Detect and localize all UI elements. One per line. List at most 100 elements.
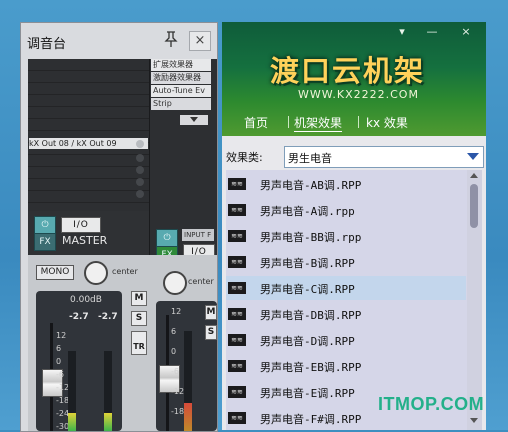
watermark: ITMOP.COM — [378, 394, 485, 414]
power-button[interactable]: ⏻ — [34, 216, 56, 234]
nav-divider — [358, 116, 359, 128]
solo-button[interactable]: S — [131, 311, 147, 326]
mixer-panel: kX Out 08 / kX Out 09 ⏻ FX I/O MASTER 扩展… — [28, 59, 217, 431]
peak-left: -2.7 — [69, 312, 89, 322]
nav-rack-effects[interactable]: 机架效果 — [294, 114, 343, 132]
mono-button[interactable]: MONO — [36, 265, 74, 280]
scroll-up-icon[interactable] — [470, 173, 478, 178]
list-item[interactable]: ≋≋ 男声电音-BB调.rpp — [226, 224, 466, 248]
pan-label-2: center — [188, 277, 214, 286]
master-fader-box: 0.00dB -2.7 -2.7 12 6 0 -6 -12 -18 -24 -30 — [36, 291, 122, 431]
site-url: WWW.KX2222.COM — [298, 88, 419, 101]
preset-name: 男声电音-D调.RPP — [260, 335, 355, 348]
mixer-window: 调音台 × kX Out 08 / kX Out 09 ⏻ FX I/O MAS… — [20, 22, 218, 432]
waveform-icon: ≋≋ — [228, 334, 246, 346]
nav-divider — [288, 116, 289, 128]
scale-tick-label: 12 — [56, 331, 67, 340]
effect-type-row: 效果类: 男生电音 — [222, 146, 486, 168]
pan-knob[interactable] — [84, 261, 108, 285]
waveform-icon: ≋≋ — [228, 204, 246, 216]
fader-box-2: 12 6 0 -6 -12 -18 — [156, 301, 217, 431]
preset-name: 男声电音-E调.RPP — [260, 387, 355, 400]
preset-name: 男声电音-B调.RPP — [260, 257, 355, 270]
waveform-icon: ≋≋ — [228, 386, 246, 398]
scale-tick-label: 0 — [56, 357, 62, 366]
close-button[interactable]: × — [189, 31, 211, 51]
chevron-down-icon[interactable] — [467, 153, 479, 160]
waveform-icon: ≋≋ — [228, 412, 246, 424]
pan-label: center — [112, 267, 138, 276]
slot-indicator — [136, 190, 144, 198]
scale-tick-label: 6 — [56, 344, 62, 353]
list-item[interactable]: ≋≋ 男声电音-C调.RPP — [226, 276, 466, 300]
effect-type-select[interactable]: 男生电音 — [284, 146, 484, 168]
rack-header: ▾ — × 渡口云机架 WWW.KX2222.COM 首页 机架效果 kx 效果 — [222, 22, 486, 136]
meter-right-fill — [104, 413, 112, 431]
meter-right — [104, 351, 112, 431]
pin-icon[interactable] — [164, 31, 178, 47]
list-item[interactable]: ≋≋ 男声电音-DB调.RPP — [226, 302, 466, 326]
solo-button-2[interactable]: S — [205, 325, 217, 340]
nav-kx-effects[interactable]: kx 效果 — [366, 114, 408, 131]
preset-name: 男声电音-F#调.RPP — [260, 413, 362, 426]
waveform-icon: ≋≋ — [228, 230, 246, 242]
scale-tick-label: 12 — [171, 307, 182, 316]
input-label: INPUT F — [182, 229, 214, 241]
plugin-slot[interactable]: Auto-Tune Ev — [151, 85, 211, 97]
meter-left — [68, 351, 76, 431]
slot-indicator — [136, 154, 144, 162]
menu-button[interactable]: ▾ — [392, 25, 412, 39]
slot-indicator — [136, 178, 144, 186]
scale-tick-label: 6 — [171, 327, 177, 336]
scroll-down-icon[interactable] — [470, 418, 478, 423]
io-button[interactable]: I/O — [61, 217, 101, 233]
master-io-row: ⏻ FX I/O MASTER — [34, 216, 144, 252]
meter-2-fill — [184, 403, 192, 431]
fx-button[interactable]: FX — [34, 233, 56, 251]
list-item[interactable]: ≋≋ 男声电音-D调.RPP — [226, 328, 466, 352]
plugin-slot[interactable]: 扩展效果器 — [151, 59, 211, 71]
peak-right: -2.7 — [98, 312, 118, 322]
preset-name: 男声电音-AB调.RPP — [260, 179, 362, 192]
mixer-lower: MONO center 0.00dB -2.7 -2.7 12 6 0 -6 -12 -1… — [28, 255, 217, 431]
strip-name: MASTER — [62, 234, 108, 247]
scale-tick-label: 0 — [171, 347, 177, 356]
list-item[interactable]: ≋≋ 男声电音-AB调.RPP — [226, 172, 466, 196]
scale-tick-label: -6 — [56, 370, 64, 379]
pan-knob-2[interactable] — [163, 271, 187, 295]
effect-type-value: 男生电音 — [288, 152, 332, 165]
waveform-icon: ≋≋ — [228, 308, 246, 320]
mute-button-2[interactable]: M — [205, 305, 217, 320]
list-item[interactable]: ≋≋ 男声电音-A调.rpp — [226, 198, 466, 222]
mute-button[interactable]: M — [131, 291, 147, 306]
plugin-dropdown[interactable] — [180, 115, 208, 125]
waveform-icon: ≋≋ — [228, 360, 246, 372]
waveform-icon: ≋≋ — [228, 256, 246, 268]
mixer-title: 调音台 — [27, 37, 67, 52]
meter-left-fill — [68, 413, 76, 431]
mixer-titlebar[interactable]: 调音台 × — [21, 23, 217, 59]
preset-name: 男声电音-A调.rpp — [260, 205, 355, 218]
preset-list[interactable]: ≋≋ 男声电音-AB调.RPP ≋≋ 男声电音-A调.rpp ≋≋ 男声电音-BB调.rp… — [226, 170, 482, 430]
fx-slot-area[interactable]: kX Out 08 / kX Out 09 — [28, 59, 149, 211]
output-routing[interactable]: kX Out 08 / kX Out 09 — [29, 138, 148, 149]
preset-name: 男声电音-DB调.RPP — [260, 309, 362, 322]
list-item[interactable]: ≋≋ 男声电音-EB调.RPP — [226, 354, 466, 378]
gain-readout: 0.00dB — [70, 295, 102, 305]
chevron-down-icon — [190, 117, 198, 122]
list-item[interactable]: ≋≋ 男声电音-B调.RPP — [226, 250, 466, 274]
nav-home[interactable]: 首页 — [244, 114, 268, 131]
waveform-icon: ≋≋ — [228, 178, 246, 190]
plugin-slot[interactable]: 激励器效果器 — [151, 72, 211, 84]
effect-type-label: 效果类: — [226, 151, 263, 164]
scale-tick-label: -6 — [171, 367, 179, 376]
scroll-thumb[interactable] — [470, 184, 478, 228]
power-button-2[interactable]: ⏻ — [156, 229, 178, 247]
tr-button[interactable]: TR — [131, 331, 147, 355]
minimize-button[interactable]: — — [422, 25, 442, 39]
scale-tick-label: -18 — [171, 407, 185, 416]
plugin-slot[interactable]: Strip — [151, 98, 211, 110]
close-button[interactable]: × — [456, 25, 476, 39]
vertical-scrollbar[interactable] — [467, 170, 482, 430]
waveform-icon: ≋≋ — [228, 282, 246, 294]
